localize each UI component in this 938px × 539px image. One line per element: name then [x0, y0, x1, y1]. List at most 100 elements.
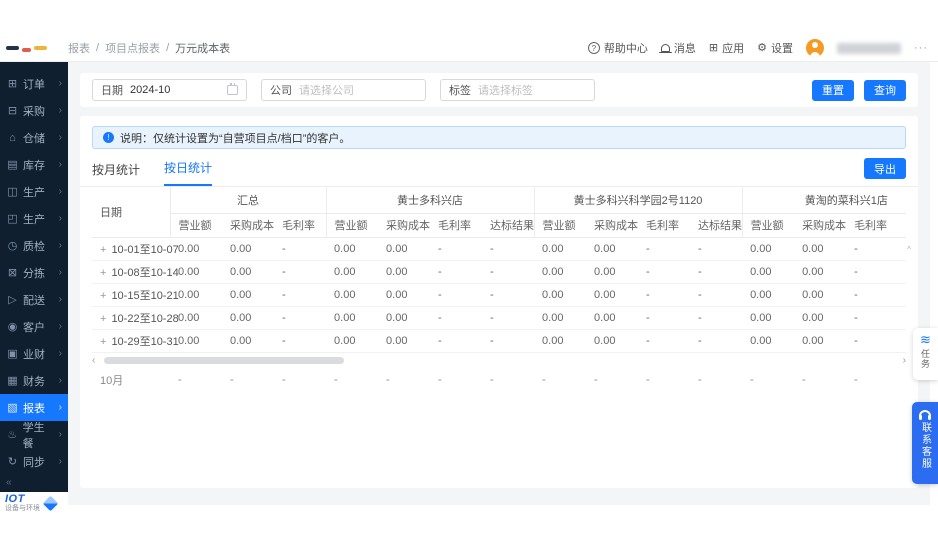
expand-icon[interactable]: + — [100, 244, 106, 256]
table-cell: 0.00 — [222, 306, 274, 330]
apps-link[interactable]: ⊞ 应用 — [709, 40, 744, 56]
chevron-right-icon: › — [58, 267, 62, 278]
messages-link[interactable]: 消息 — [658, 40, 696, 56]
support-widget-label: 联系客服 — [919, 422, 931, 470]
breadcrumb-item-site-reports[interactable]: 项目点报表 — [105, 40, 160, 56]
tabs-bar: 按月统计 按日统计 导出 — [80, 149, 918, 187]
table-cell: 0.00 — [794, 306, 847, 330]
column-header: 采购成本 — [378, 213, 431, 238]
sidebar-item-1[interactable]: ⊟ 采购 › — [0, 97, 68, 124]
reset-button[interactable]: 重置 — [812, 79, 854, 101]
breadcrumb-item-reports[interactable]: 报表 — [68, 40, 90, 56]
table-cell: - — [542, 374, 546, 386]
table-cell: - — [690, 260, 743, 284]
company-select[interactable]: 公司 请选择公司 — [261, 79, 426, 101]
chevron-right-icon: › — [58, 78, 62, 89]
sidebar-item-11[interactable]: ▦ 财务 › — [0, 367, 68, 394]
sidebar-item-0[interactable]: ⊞ 订单 › — [0, 70, 68, 97]
expand-icon[interactable]: + — [100, 336, 106, 348]
table-cell: - — [638, 237, 691, 261]
iot-logo-text: IOT 设备与环境 — [5, 494, 40, 513]
sidebar-item-4[interactable]: ◫ 生产 › — [0, 178, 68, 205]
summary-date-cell: 10月 — [100, 375, 124, 387]
notice-alert: ! 说明：仅统计设置为“自营项目点/档口”的客户。 — [92, 126, 906, 149]
sidebar-item-6[interactable]: ◷ 质检 › — [0, 232, 68, 259]
iot-logo: IOT 设备与环境 — [0, 492, 68, 515]
chevron-right-icon: › — [58, 294, 62, 305]
tab-daily-stats[interactable]: 按日统计 — [164, 159, 213, 186]
table-cell: - — [750, 374, 754, 386]
table-cell: - — [854, 374, 858, 386]
sidebar-item-8[interactable]: ▷ 配送 › — [0, 286, 68, 313]
query-button[interactable]: 查询 — [864, 79, 906, 101]
menu-icon: ⊟ — [7, 105, 18, 117]
table-cell: - — [274, 260, 327, 284]
avatar[interactable] — [806, 39, 824, 57]
table-cell: - — [898, 306, 906, 330]
date-range-cell: +10-15至10-21 — [92, 283, 179, 307]
menu-icon: ▣ — [7, 348, 18, 360]
column-group-header: 黄淘的菜科兴1店 — [741, 187, 906, 214]
sidebar-item-5[interactable]: ◰ 生产 › — [0, 205, 68, 232]
sidebar-item-14[interactable]: ↻ 同步 › — [0, 448, 68, 475]
chevron-right-icon: › — [58, 321, 62, 332]
scroll-left-icon[interactable]: ‹ — [92, 355, 95, 365]
table-cell: - — [430, 329, 483, 353]
chevron-right-icon: › — [58, 348, 62, 359]
table-cell: 0.00 — [326, 237, 379, 261]
table-row: +10-01至10-07 0.00 0.00-0.00 0.00- -0.00 0.00-… — [92, 237, 906, 261]
table-cell: - — [274, 283, 327, 307]
user-menu-more[interactable]: ··· — [914, 42, 928, 54]
table-cell: - — [698, 374, 702, 386]
sidebar-collapse-icon[interactable]: « — [0, 475, 68, 492]
table-vertical-scrollbar[interactable]: ^ — [904, 239, 914, 257]
column-header: 毛利率 — [430, 213, 483, 238]
column-header: 采购成本 — [794, 213, 847, 238]
table-cell: - — [386, 374, 390, 386]
table-cell: - — [846, 283, 899, 307]
avatar-body-icon — [810, 52, 820, 57]
logo-dash-icon — [6, 46, 19, 50]
sidebar-item-label: 报表 — [23, 402, 45, 415]
summary-table: 10月 - - - - - - - - - - - - - - - — [92, 367, 906, 394]
chevron-right-icon: › — [58, 240, 62, 251]
sidebar-item-13[interactable]: ♨ 学生餐 › — [0, 421, 68, 450]
table-cell: 0.00 — [534, 306, 587, 330]
scrollbar-thumb[interactable] — [104, 356, 344, 364]
sidebar-item-10[interactable]: ▣ 业财 › — [0, 340, 68, 367]
sidebar-item-9[interactable]: ◉ 客户 › — [0, 313, 68, 340]
date-range-cell: +10-29至10-31 — [92, 329, 179, 353]
settings-link[interactable]: ⚙ 设置 — [757, 40, 793, 56]
sidebar-item-label: 分拣 — [23, 267, 45, 280]
contact-support-widget[interactable]: 联系客服 — [912, 402, 938, 484]
sidebar-item-3[interactable]: ▤ 库存 › — [0, 151, 68, 178]
chevron-right-icon: › — [58, 132, 62, 143]
sidebar-nav: ⊞ 订单 › ⊟ 采购 › ⌂ 仓储 › ▤ 库存 › ◫ 生产 › ◰ 生产 › ◷ 质检 › ⊠ 分拣 › ▷ 配送 › ◉ 客户 ›… — [0, 62, 68, 475]
sidebar-item-7[interactable]: ⊠ 分拣 › — [0, 259, 68, 286]
table-cell: 0.00 — [586, 237, 639, 261]
tag-placeholder: 请选择标签 — [478, 85, 533, 97]
table-cell: - — [178, 374, 182, 386]
help-center-link[interactable]: ? 帮助中心 — [587, 40, 648, 56]
settings-label: 设置 — [771, 43, 793, 55]
export-button[interactable]: 导出 — [864, 158, 906, 179]
menu-icon: ⊞ — [7, 78, 18, 90]
sidebar-item-2[interactable]: ⌂ 仓储 › — [0, 124, 68, 151]
table-cell: 0.00 — [222, 237, 274, 261]
expand-icon[interactable]: + — [100, 290, 106, 302]
floating-task-widget[interactable]: ≋ 任务 — [913, 328, 938, 380]
sidebar-item-label: 仓储 — [23, 132, 45, 145]
expand-icon[interactable]: + — [100, 267, 106, 279]
menu-icon: ◷ — [7, 240, 18, 252]
date-picker[interactable]: 日期 2024-10 — [92, 79, 247, 101]
tag-select[interactable]: 标签 请选择标签 — [440, 79, 595, 101]
sidebar-item-12[interactable]: ▧ 报表 › — [0, 394, 68, 421]
table-horizontal-scrollbar[interactable]: ‹ › — [92, 355, 906, 365]
menu-icon: ▤ — [7, 159, 18, 171]
table-cell: - — [846, 260, 899, 284]
table-cell: 0.00 — [742, 237, 795, 261]
scroll-right-icon[interactable]: › — [903, 355, 906, 365]
tab-monthly-stats[interactable]: 按月统计 — [92, 161, 140, 186]
expand-icon[interactable]: + — [100, 313, 106, 325]
report-card: ! 说明：仅统计设置为“自营项目点/档口”的客户。 按月统计 按日统计 导出 日… — [80, 116, 918, 488]
